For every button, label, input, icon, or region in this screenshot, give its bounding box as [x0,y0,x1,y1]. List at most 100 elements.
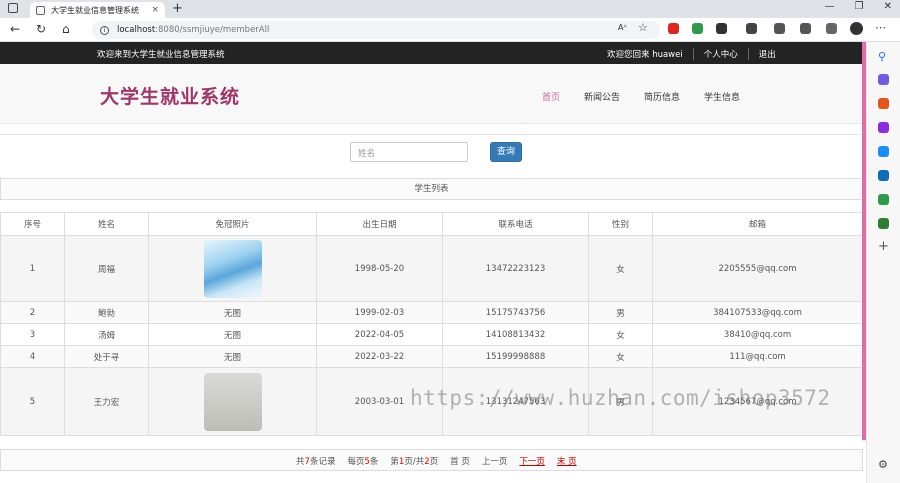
cell-birth: 2022-04-05 [316,323,443,346]
cell-phone: 15199998888 [442,345,589,368]
add-panel-icon[interactable]: + [878,240,889,253]
nav-students[interactable]: 学生信息 [704,90,740,103]
tab-actions-icon[interactable] [8,3,18,13]
top-info-bar: 欢迎来到大学生就业信息管理系统 欢迎您回来 huawei 个人中心 退出 [0,42,866,64]
nav-home[interactable]: 首页 [542,90,560,103]
cell-name: 王力宏 [64,367,149,436]
shopping-tag-icon[interactable] [878,74,889,85]
minimize-icon[interactable]: — [825,1,835,12]
cell-gender: 女 [588,323,653,346]
reload-icon[interactable]: ↻ [36,22,46,36]
copilot-icon[interactable] [878,146,889,157]
more-menu-icon[interactable]: ⋯ [875,21,886,34]
shopping-cart-icon[interactable] [878,194,889,205]
table-row[interactable]: 4 处于寻 无图 2022-03-22 15199998888 女 111@qq… [0,345,863,368]
cell-photo: 无图 [148,345,317,368]
table-row[interactable]: 1 周福 1998-05-20 13472223123 女 2205555@qq… [0,235,863,302]
cell-name: 汤姆 [64,323,149,346]
close-window-icon[interactable]: ✕ [884,1,892,12]
table-row[interactable]: 3 汤姆 无图 2022-04-05 14108813432 女 38410@q… [0,323,863,346]
table-row[interactable]: 2 鲍勃 无图 1999-02-03 15175743756 男 3841075… [0,301,863,324]
extension-game-icon[interactable] [716,23,727,34]
browser-tab[interactable]: 大学生就业信息管理系统 × [30,2,165,18]
personal-center-link[interactable]: 个人中心 [694,48,749,60]
cell-photo [148,235,317,302]
site-logo[interactable]: 大学生就业系统 [100,82,240,109]
favorites-icon[interactable] [800,23,811,34]
student-photo [203,239,262,298]
window-controls: — ❐ ✕ [825,1,892,12]
first-page-link[interactable]: 首 页 [450,455,470,467]
tree-icon[interactable] [878,218,889,229]
student-photo [203,372,262,431]
collections-icon[interactable] [826,23,837,34]
total-records: 共7条记录 [296,457,336,467]
nav-resume[interactable]: 简历信息 [644,90,680,103]
list-title: 学生列表 [0,178,863,200]
cell-no: 3 [0,323,65,346]
read-aloud-icon[interactable]: Aᴬ [618,23,627,32]
nav-news[interactable]: 新闻公告 [584,90,620,103]
cell-phone: 13472223123 [442,235,589,302]
site-info-icon[interactable]: i [100,25,109,35]
next-page-link[interactable]: 下一页 [519,455,545,467]
col-photo: 免冠照片 [148,212,317,236]
browser-side-panel: ⚲ + ⚙ [866,42,900,483]
cell-no: 4 [0,345,65,368]
extension-opera-icon[interactable] [668,23,679,34]
settings-gear-icon[interactable]: ⚙ [878,459,889,471]
tab-close-icon[interactable]: × [151,5,159,15]
outlook-icon[interactable] [878,170,889,181]
user-links: 欢迎您回来 huawei 个人中心 退出 [607,48,786,60]
pagination-bar: 共7条记录 每页5条 第1页/共2页 首 页 上一页 下一页 末 页 [0,449,863,471]
table-header-row: 序号 姓名 免冠照片 出生日期 联系电话 性别 邮箱 [0,212,863,236]
welcome-text: 欢迎来到大学生就业信息管理系统 [97,50,225,60]
pagination: 共7条记录 每页5条 第1页/共2页 首 页 上一页 下一页 末 页 [296,455,589,467]
page-favicon-icon [36,5,45,15]
cell-photo [148,367,317,436]
cell-email: 111@qq.com [652,345,863,368]
cell-name: 周福 [64,235,149,302]
extension-shield-icon[interactable] [692,23,703,34]
browser-toolbar: ← ↻ ⌂ i localhost:8080/ssmjiuye/memberAl… [0,18,900,42]
extension-puzzle-icon[interactable] [746,23,757,34]
page-size: 每页5条 [347,457,379,467]
maximize-icon[interactable]: ❐ [855,1,864,12]
page-indicator: 第1页/共2页 [390,457,439,467]
search-button[interactable]: 查询 [490,142,522,162]
cell-phone: 14108813432 [442,323,589,346]
col-no: 序号 [0,212,65,236]
logout-link[interactable]: 退出 [749,48,786,60]
profile-avatar[interactable] [850,22,863,35]
divider [0,134,866,135]
cell-no: 1 [0,235,65,302]
new-tab-icon[interactable]: + [172,1,183,16]
games-icon[interactable] [878,122,889,133]
cell-birth: 1999-02-03 [316,301,443,324]
cell-email: 38410@qq.com [652,323,863,346]
address-bar[interactable]: i localhost:8080/ssmjiuye/memberAll [92,21,660,39]
home-icon[interactable]: ⌂ [62,22,70,36]
cell-phone: 15175743756 [442,301,589,324]
split-screen-icon[interactable] [774,23,785,34]
favorite-star-icon[interactable]: ☆ [638,21,648,34]
cell-no: 5 [0,367,65,436]
tools-icon[interactable] [878,98,889,109]
cell-gender: 女 [588,345,653,368]
cell-no: 2 [0,301,65,324]
col-phone: 联系电话 [442,212,589,236]
col-email: 邮箱 [652,212,863,236]
url-path: :8080/ssmjiuye/memberAll [155,25,270,35]
browser-tab-bar: 大学生就业信息管理系统 × + — ❐ ✕ [0,0,900,18]
col-name: 姓名 [64,212,149,236]
back-arrow-icon[interactable]: ← [10,22,20,36]
prev-page-link[interactable]: 上一页 [482,455,508,467]
main-nav: 首页 新闻公告 简历信息 学生信息 [542,90,764,103]
cell-name: 处于寻 [64,345,149,368]
last-page-link[interactable]: 末 页 [557,455,577,467]
search-icon[interactable]: ⚲ [878,50,889,63]
cell-photo: 无图 [148,323,317,346]
name-search-input[interactable]: 姓名 [350,142,468,162]
cell-gender: 女 [588,235,653,302]
page-viewport: 欢迎来到大学生就业信息管理系统 欢迎您回来 huawei 个人中心 退出 大学生… [0,42,866,483]
